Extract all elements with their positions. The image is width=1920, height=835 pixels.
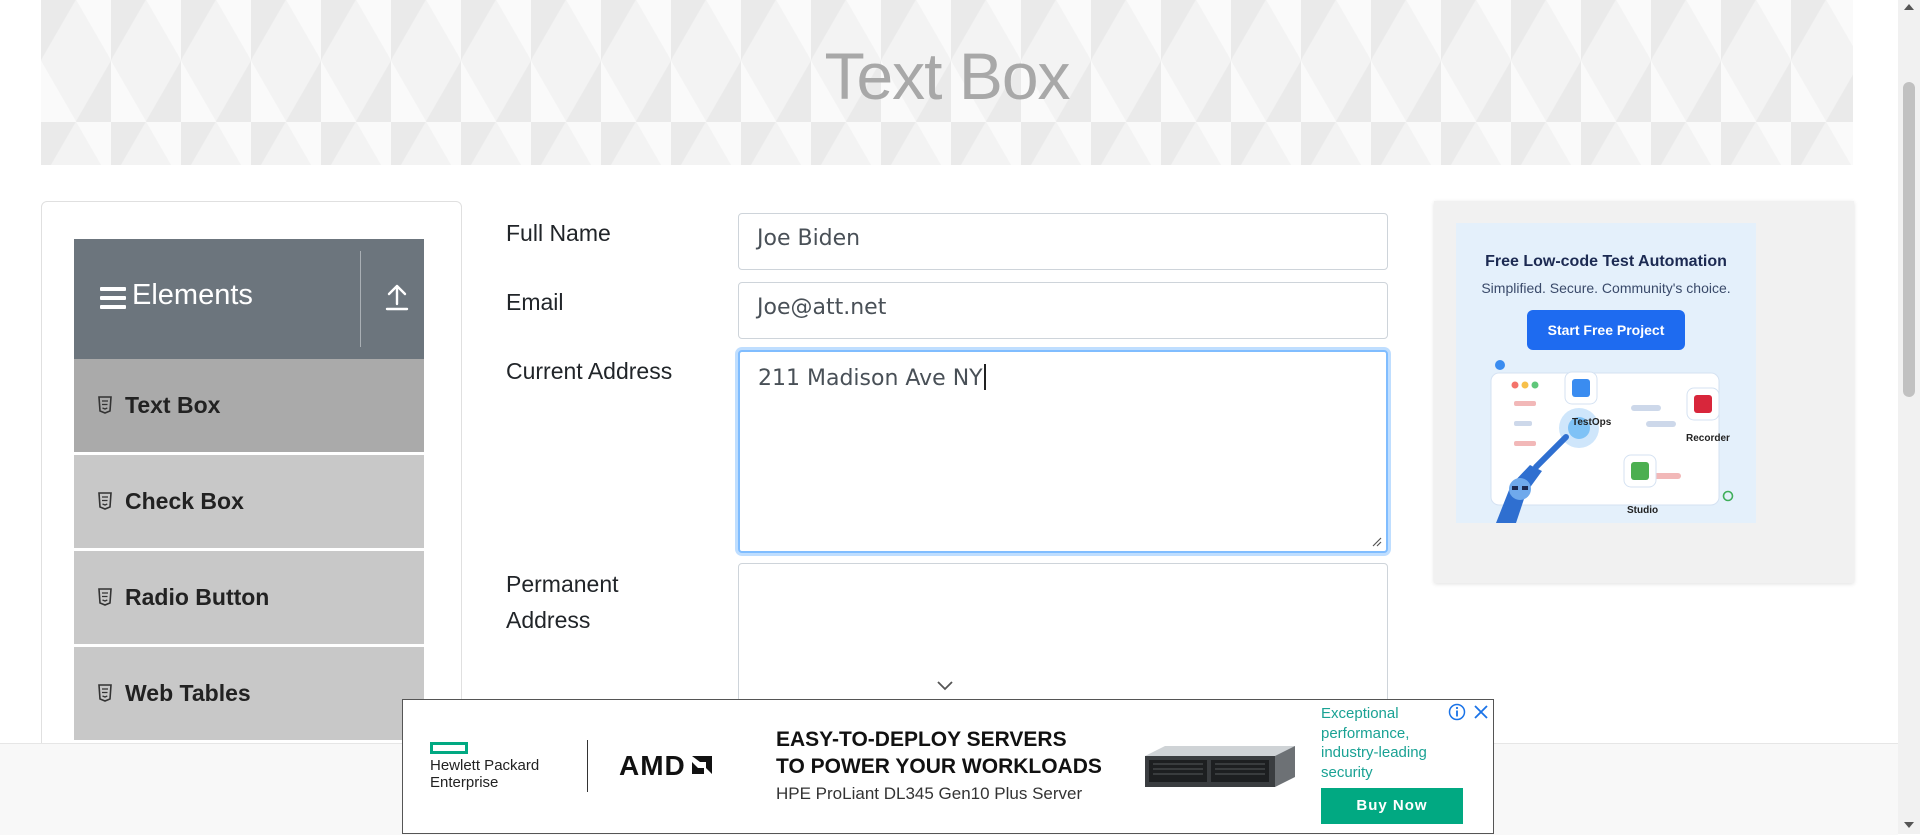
buy-now-button[interactable]: Buy Now xyxy=(1321,788,1463,824)
html5-icon xyxy=(98,588,112,606)
full-name-value: Joe Biden xyxy=(757,226,861,251)
side-advertisement[interactable]: Free Low-code Test Automation Simplified… xyxy=(1434,201,1854,583)
html5-icon xyxy=(98,492,112,510)
sidebar-item-label: Text Box xyxy=(125,392,221,418)
bottom-ad-blurb: Exceptional performance, industry-leadin… xyxy=(1321,705,1427,781)
sidebar-item-check-box[interactable]: Check Box xyxy=(74,455,424,551)
hpe-line1: Hewlett Packard xyxy=(430,757,540,774)
product-label-studio: Studio xyxy=(1627,505,1659,516)
email-value: Joe@att.net xyxy=(757,295,887,320)
permanent-address-label: Permanent Address xyxy=(506,566,619,638)
bottom-ad-headline: EASY-TO-DEPLOY SERVERS TO POWER YOUR WOR… xyxy=(776,726,1102,780)
logo-separator xyxy=(587,740,588,792)
scrollbar-thumb[interactable] xyxy=(1903,82,1915,397)
permanent-address-label-line2: Address xyxy=(506,607,591,633)
full-name-label: Full Name xyxy=(506,220,611,246)
close-icon[interactable] xyxy=(1472,703,1490,721)
bottom-advertisement[interactable]: Hewlett Packard Enterprise AMD EASY-TO-D… xyxy=(402,699,1494,834)
amd-logo-text: AMD xyxy=(619,750,686,781)
bottom-ad-subline: HPE ProLiant DL345 Gen10 Plus Server xyxy=(776,784,1083,803)
bottom-ad-headline-line1: EASY-TO-DEPLOY SERVERS xyxy=(776,728,1067,751)
email-label: Email xyxy=(506,289,564,315)
sidebar-item-label: Check Box xyxy=(125,488,244,514)
side-ad-creative[interactable]: Free Low-code Test Automation Simplified… xyxy=(1456,223,1756,523)
side-ad-subtitle: Simplified. Secure. Community's choice. xyxy=(1481,280,1731,296)
chevron-down-icon[interactable] xyxy=(936,679,954,691)
current-address-value: 211 Madison Ave NY xyxy=(758,366,983,391)
current-address-label: Current Address xyxy=(506,358,673,384)
bottom-ad-headline-line2: TO POWER YOUR WORKLOADS xyxy=(776,755,1102,778)
header-divider xyxy=(360,251,361,347)
hpe-logo-mark xyxy=(430,742,468,754)
hpe-line2: Enterprise xyxy=(430,774,499,791)
sidebar-item-radio-button[interactable]: Radio Button xyxy=(74,551,424,647)
side-ad-headline: Free Low-code Test Automation xyxy=(1485,253,1727,270)
permanent-address-label-line1: Permanent xyxy=(506,571,619,597)
text-cursor xyxy=(983,364,986,390)
hamburger-menu-icon xyxy=(100,287,126,309)
full-name-input[interactable]: Joe Biden xyxy=(738,213,1388,270)
page-scrollbar[interactable] xyxy=(1898,0,1920,834)
sidebar-item-label: Radio Button xyxy=(125,584,270,610)
info-icon[interactable] xyxy=(1448,703,1466,721)
scroll-down-arrow-icon[interactable] xyxy=(1904,822,1914,828)
current-address-textarea[interactable]: 211 Madison Ave NY xyxy=(738,350,1388,553)
collapse-upload-icon[interactable] xyxy=(384,283,410,313)
server-image xyxy=(1145,746,1295,787)
page-banner: Text Box xyxy=(41,0,1853,165)
sidebar-item-label: Web Tables xyxy=(125,680,251,706)
elements-group-header[interactable]: Elements xyxy=(74,239,424,359)
html5-icon xyxy=(98,396,112,414)
hpe-logo-text: Hewlett Packard Enterprise xyxy=(430,757,539,791)
resize-handle-icon[interactable] xyxy=(1370,535,1382,547)
product-label-testops: TestOps xyxy=(1572,417,1612,428)
sidebar-item-text-box[interactable]: Text Box xyxy=(74,359,424,455)
amd-arrow-icon xyxy=(691,756,712,774)
start-free-project-button[interactable]: Start Free Project xyxy=(1527,310,1685,350)
sidebar-item-web-tables[interactable]: Web Tables xyxy=(74,647,424,743)
page-title: Text Box xyxy=(824,39,1070,113)
scroll-up-arrow-icon[interactable] xyxy=(1904,4,1914,10)
elements-group-title: Elements xyxy=(132,279,253,311)
amd-logo: AMD xyxy=(619,750,714,782)
email-input[interactable]: Joe@att.net xyxy=(738,282,1388,339)
product-label-recorder: Recorder xyxy=(1686,433,1730,444)
html5-icon xyxy=(98,684,112,702)
